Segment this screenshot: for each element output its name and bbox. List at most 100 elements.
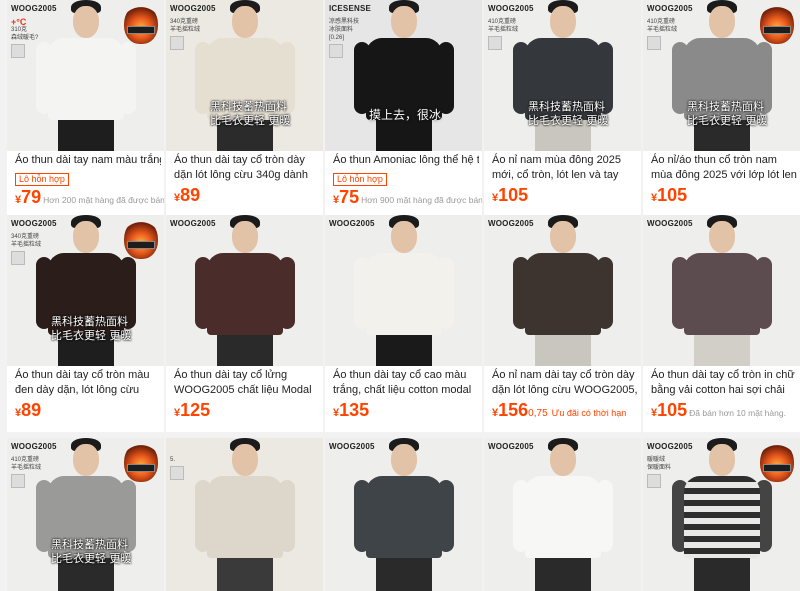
price-value: 135 [339, 400, 370, 420]
product-card[interactable]: WOOG2005 暖暖绒 保暖面料 [643, 438, 800, 591]
price-row: ¥89 [174, 185, 200, 207]
price-row: ¥105 Đã bán hơn 10 mặt hàng. [651, 400, 786, 422]
product-title[interactable]: Áo nỉ/áo thun cổ tròn nam mùa đông 2025 … [651, 153, 797, 183]
feature-badge: 5. [170, 456, 204, 482]
product-card[interactable]: WOOG2005 340克重磅 羊毛摇粒绒 黑科技蓄热面料 比毛衣更轻 更暖 Áo th… [166, 0, 323, 215]
brand-label: WOOG2005 [488, 219, 534, 228]
fabric-swatch-icon [647, 36, 661, 50]
product-title[interactable]: Áo thun dài tay cổ tròn in chữ bằng vải … [651, 368, 797, 398]
product-image[interactable]: WOOG2005 410克重磅 羊毛摇粒绒 黑科技蓄热面料 比毛衣更轻 更暖 [484, 0, 641, 151]
feature-badge: 暖暖绒 保暖面料 [647, 456, 681, 490]
price-value: 105 [657, 185, 688, 205]
fabric-swatch-icon [647, 474, 661, 488]
product-card[interactable]: ICESENSE 凉感黑科技 冰肤面料 [0.26] 摸上去，很冰 Áo thun Amo… [325, 0, 482, 215]
fabric-swatch-icon [488, 36, 502, 50]
flame-icon [124, 442, 158, 482]
fabric-swatch-icon [11, 251, 25, 265]
fabric-swatch-icon [329, 44, 343, 58]
product-card[interactable]: WOOG2005 Áo thun dài tay cổ lửng WOOG2005… [166, 215, 323, 432]
price-row: ¥105 [492, 185, 528, 207]
price-row: ¥135 [333, 400, 369, 422]
price-row: ¥1560,75 Ưu đãi có thời hạn [492, 400, 626, 422]
product-image[interactable]: WOOG2005 [643, 215, 800, 366]
price-row: ¥75 Hơn 900 mặt hàng đã được bán. [333, 187, 482, 209]
brand-label: WOOG2005 [11, 442, 57, 451]
brand-label: WOOG2005 [647, 442, 693, 451]
product-image[interactable]: WOOG2005 410克重磅 羊毛摇粒绒黑科技蓄热面料 比毛衣更轻 更暖 [7, 438, 164, 591]
product-grid: WOOG2005 +°C 310克 森绒暖毛? Áo thun dài tay nam … [0, 0, 800, 591]
model-photo [185, 215, 305, 366]
brand-label: WOOG2005 [488, 4, 534, 13]
feature-badge: 410克重磅 羊毛摇粒绒 [647, 18, 681, 52]
price-value: 125 [180, 400, 211, 420]
model-photo [344, 215, 464, 366]
product-image[interactable]: WOOG2005 410克重磅 羊毛摇粒绒黑科技蓄热面料 比毛衣更轻 更暖 [643, 0, 800, 151]
product-card[interactable]: WOOG2005 [325, 438, 482, 591]
product-image[interactable]: ICESENSE 凉感黑科技 冰肤面料 [0.26] 摸上去，很冰 [325, 0, 482, 151]
product-image[interactable]: WOOG2005 +°C 310克 森绒暖毛? [7, 0, 164, 151]
product-title[interactable]: Áo nỉ nam mùa đông 2025 mới, cổ tròn, ló… [492, 153, 638, 183]
price-row: ¥89 [15, 400, 41, 422]
product-card[interactable]: WOOG2005 410克重磅 羊毛摇粒绒黑科技蓄热面料 比毛衣更轻 更暖 [7, 438, 164, 591]
flame-icon [760, 4, 794, 44]
brand-label: WOOG2005 [170, 219, 216, 228]
product-title[interactable]: Áo thun dài tay cổ tròn dày dặn lót lông… [174, 153, 320, 183]
promo-overlay-text: 黑科技蓄热面料 比毛衣更轻 更暖 [687, 100, 768, 127]
brand-label: WOOG2005 [488, 442, 534, 451]
product-card[interactable]: WOOG2005 Áo thun dài tay cổ tròn in chữ b… [643, 215, 800, 432]
model-photo [662, 215, 782, 366]
fabric-swatch-icon [170, 36, 184, 50]
price-row: ¥125 [174, 400, 210, 422]
promo-overlay-text: 黑科技蓄热面料 比毛衣更轻 更暖 [528, 100, 609, 127]
brand-label: WOOG2005 [329, 442, 375, 451]
product-card[interactable]: WOOG2005 410克重磅 羊毛摇粒绒 黑科技蓄热面料 比毛衣更轻 更暖 Áo nỉ… [484, 0, 641, 215]
brand-label: WOOG2005 [11, 219, 57, 228]
product-title[interactable]: Áo thun dài tay nam màu trắng ... [15, 153, 161, 168]
product-title[interactable]: Áo thun dài tay cổ cao màu trắng, chất l… [333, 368, 479, 398]
flame-icon [124, 219, 158, 259]
mixed-lot-badge: Lô hỗn hợp [15, 173, 69, 186]
price-row: ¥79 Hơn 200 mặt hàng đã được bán. [15, 187, 164, 209]
feature-badge: 340克重磅 羊毛摇粒绒 [11, 233, 45, 267]
product-card[interactable]: WOOG2005 +°C 310克 森绒暖毛? Áo thun dài tay nam … [7, 0, 164, 215]
product-image[interactable]: WOOG2005 340克重磅 羊毛摇粒绒 黑科技蓄热面料 比毛衣更轻 更暖 [166, 0, 323, 151]
product-card[interactable]: WOOG2005 Áo thun dài tay cổ cao màu trắng… [325, 215, 482, 432]
model-photo [503, 215, 623, 366]
product-card[interactable]: 5. [166, 438, 323, 591]
product-title[interactable]: Áo thun Amoniac lông thể hệ th... [333, 153, 479, 168]
brand-label: WOOG2005 [11, 4, 57, 13]
price-value: 79 [21, 187, 42, 207]
limited-offer-label: Ưu đãi có thời hạn [551, 408, 627, 418]
product-card[interactable]: WOOG2005 [484, 438, 641, 591]
product-image[interactable]: 5. [166, 438, 323, 591]
mixed-lot-badge: Lô hỗn hợp [333, 173, 387, 186]
product-image[interactable]: WOOG2005 [325, 438, 482, 591]
model-photo [344, 438, 464, 591]
product-image[interactable]: WOOG2005 [484, 438, 641, 591]
product-title[interactable]: Áo thun dài tay cổ lửng WOOG2005 chất li… [174, 368, 320, 398]
product-title[interactable]: Áo thun dài tay cổ tròn màu đen dày dặn,… [15, 368, 161, 398]
brand-label: WOOG2005 [647, 4, 693, 13]
price-value: 156 [498, 400, 529, 420]
price-value: 105 [657, 400, 688, 420]
product-image[interactable]: WOOG2005 [484, 215, 641, 366]
product-title[interactable]: Áo nỉ nam dài tay cổ tròn dày dặn lót lô… [492, 368, 638, 398]
brand-label: WOOG2005 [170, 4, 216, 13]
promo-overlay-text: 黑科技蓄热面料 比毛衣更轻 更暖 [51, 538, 132, 565]
sold-count: Hơn 200 mặt hàng đã được bán. [43, 195, 164, 205]
product-image[interactable]: WOOG2005 暖暖绒 保暖面料 [643, 438, 800, 591]
price-row: ¥105 [651, 185, 687, 207]
price-value: 75 [339, 187, 360, 207]
flame-icon [760, 442, 794, 482]
price-cents: 0,75 [528, 408, 548, 419]
product-image[interactable]: WOOG2005 340克重磅 羊毛摇粒绒黑科技蓄热面料 比毛衣更轻 更暖 [7, 215, 164, 366]
product-image[interactable]: WOOG2005 [166, 215, 323, 366]
feature-badge: 410克重磅 羊毛摇粒绒 [11, 456, 45, 490]
fabric-swatch-icon [11, 44, 25, 58]
product-card[interactable]: WOOG2005 340克重磅 羊毛摇粒绒黑科技蓄热面料 比毛衣更轻 更暖 Áo th… [7, 215, 164, 432]
promo-overlay-text: 黑科技蓄热面料 比毛衣更轻 更暖 [51, 315, 132, 342]
product-card[interactable]: WOOG2005 Áo nỉ nam dài tay cổ tròn dày dặ… [484, 215, 641, 432]
sold-count: Hơn 900 mặt hàng đã được bán. [361, 195, 482, 205]
product-image[interactable]: WOOG2005 [325, 215, 482, 366]
product-card[interactable]: WOOG2005 410克重磅 羊毛摇粒绒黑科技蓄热面料 比毛衣更轻 更暖 Áo nỉ… [643, 0, 800, 215]
